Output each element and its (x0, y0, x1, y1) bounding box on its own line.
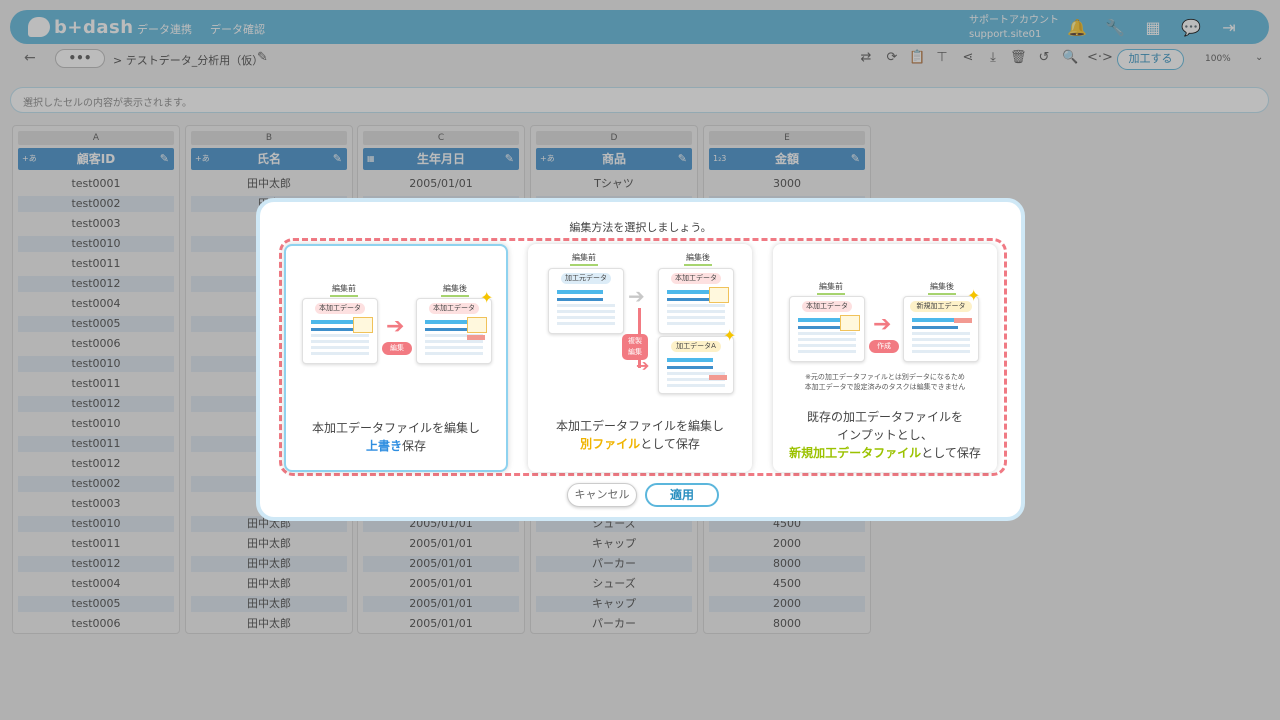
caption-tail: として保存 (921, 446, 981, 460)
dialog-title: 編集方法を選択しましょう。 (569, 221, 712, 234)
sparkle-icon: ✦ (480, 288, 494, 307)
sheet-after: 本加工データ (658, 268, 734, 334)
sheet-before: 本加工データ (302, 298, 378, 364)
sheet-tag: 本加工データ (802, 301, 852, 312)
warning-note: ※元の加工データファイルとは別データになるため 本加工データで設定済みのタスクは… (773, 372, 997, 392)
caption-line: 既存の加工データファイルを (806, 410, 963, 424)
action-line: 複製 (628, 337, 642, 345)
label-after: 編集後 (678, 252, 718, 266)
option-overwrite[interactable]: 編集前 編集後 本加工データ ➔ 編集 本加工データ ✦ 本加工データファイルを… (284, 244, 508, 472)
caption-line: インプットとし、 (837, 428, 933, 442)
sheet-before: 本加工データ (789, 296, 865, 362)
apply-button[interactable]: 適用 (645, 483, 719, 507)
sheet-tag: 新規加工データ (910, 301, 972, 312)
caption-highlight: 上書き (365, 439, 402, 453)
caption-line: 別ファイルとして保存 (528, 435, 752, 453)
cancel-button[interactable]: キャンセル (567, 483, 637, 507)
option-caption: 既存の加工データファイルを インプットとし、 新規加工データファイルとして保存 (773, 408, 997, 462)
sheet-tag: 本加工データ (429, 303, 479, 314)
option-save-as-separate-file[interactable]: 編集前 編集後 加工元データ ➔ 本加工データ 複製 編集 ➔ 加工データA ✦… (528, 244, 752, 472)
right-arrow-icon: ➔ (386, 314, 405, 339)
note-line: ※元の加工データファイルとは別データになるため (805, 373, 965, 381)
action-pill: 編集 (382, 342, 412, 355)
right-arrow-icon: ➔ (636, 356, 650, 375)
label-before: 編集前 (811, 281, 851, 295)
caption-tail: 保存 (402, 439, 427, 453)
sheet-tag: 本加工データ (671, 273, 721, 284)
sheet-after: 本加工データ (416, 298, 492, 364)
sheet-tag: 加工データA (671, 341, 721, 352)
caption-line: 本加工データファイルを編集し (311, 421, 480, 435)
option-new-processed-file[interactable]: 編集前 編集後 本加工データ ➔ 作成 新規加工データ ✦ ※元の加工データファ… (773, 244, 997, 472)
right-arrow-icon: ➔ (873, 312, 892, 337)
label-before: 編集前 (324, 283, 364, 297)
caption-highlight: 新規加工データファイル (789, 446, 922, 460)
sparkle-icon: ✦ (723, 326, 737, 345)
action-pill: 作成 (869, 340, 899, 353)
sheet-tag: 本加工データ (315, 303, 365, 314)
option-caption: 本加工データファイルを編集し 別ファイルとして保存 (528, 417, 752, 453)
label-after: 編集後 (435, 283, 475, 297)
caption-line: 新規加工データファイルとして保存 (773, 444, 997, 462)
option-caption: 本加工データファイルを編集し 上書き保存 (286, 419, 506, 455)
sparkle-icon: ✦ (967, 286, 981, 305)
sheet-source: 加工元データ (548, 268, 624, 334)
label-before: 編集前 (564, 252, 604, 266)
right-arrow-icon: ➔ (628, 284, 645, 308)
caption-line: 本加工データファイルを編集し (555, 419, 724, 433)
sheet-tag: 加工元データ (561, 273, 611, 284)
edit-method-dialog: 編集方法を選択しましょう。 編集前 編集後 本加工データ ➔ 編集 本加工データ… (256, 198, 1025, 521)
caption-tail: として保存 (640, 437, 700, 451)
caption-line: 上書き保存 (286, 437, 506, 455)
note-line: 本加工データで設定済みのタスクは編集できません (804, 383, 966, 391)
sheet-after: 新規加工データ (903, 296, 979, 362)
caption-highlight: 別ファイル (580, 437, 641, 451)
label-after: 編集後 (922, 281, 962, 295)
